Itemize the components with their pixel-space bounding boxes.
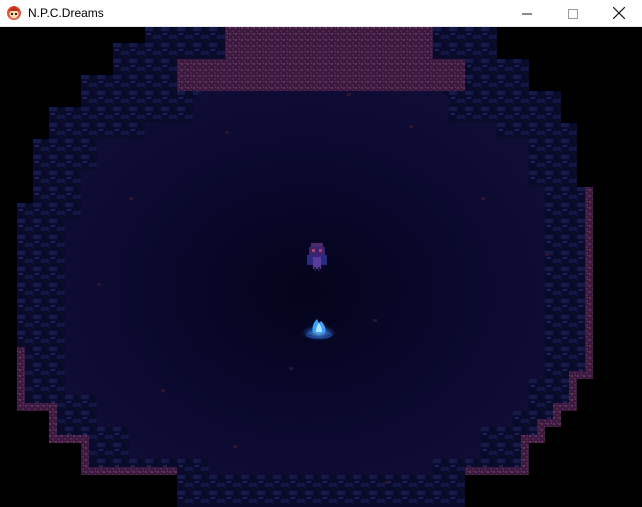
minimize-button[interactable] xyxy=(504,0,550,27)
close-button[interactable] xyxy=(596,0,642,27)
cave-map xyxy=(1,27,641,507)
minimize-icon xyxy=(522,6,532,22)
rock-ceiling xyxy=(225,27,433,59)
window-title: N.P.C.Dreams xyxy=(28,6,104,20)
cave-floor xyxy=(65,91,545,475)
close-icon xyxy=(612,6,626,22)
maximize-icon xyxy=(568,6,578,22)
window-titlebar: N.P.C.Dreams xyxy=(0,0,642,27)
game-viewport[interactable] xyxy=(1,27,641,507)
npc-face-icon xyxy=(6,5,22,21)
maximize-button[interactable] xyxy=(550,0,596,27)
